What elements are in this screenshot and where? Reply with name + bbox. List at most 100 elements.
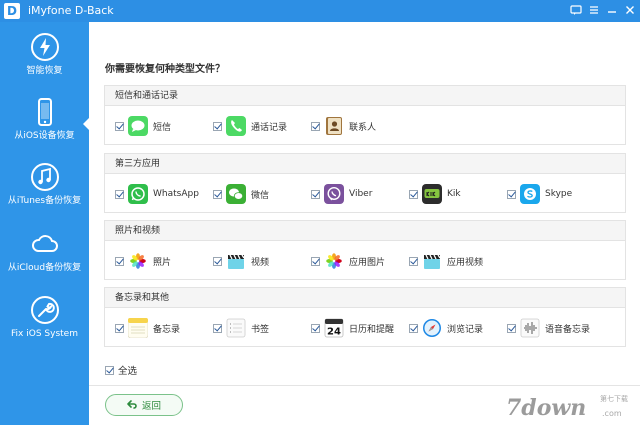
sidebar-item-label: 智能恢复 [26, 66, 63, 76]
phone-icon [226, 116, 246, 136]
checkbox[interactable] [213, 189, 222, 199]
app-photos-icon [324, 251, 344, 271]
checkbox[interactable] [409, 323, 418, 333]
checkbox[interactable] [409, 189, 418, 199]
voice-memo-icon [520, 318, 540, 338]
file-type-group-third-party: 第三方应用 WhatsApp 微信 Viber Kik Skype [104, 153, 626, 213]
watermark-cn: 第七下载 [600, 394, 628, 403]
checkbox[interactable] [507, 189, 516, 199]
checkbox[interactable] [115, 121, 124, 131]
group-items: 短信 通话记录 联系人 [105, 106, 625, 144]
sidebar-item-label: 从iCloud备份恢复 [7, 263, 82, 273]
file-type-item[interactable]: 照片 [115, 251, 171, 271]
calendar-day-text: 24 [327, 327, 341, 338]
checkbox[interactable] [115, 189, 124, 199]
viber-icon [324, 184, 344, 204]
safari-icon [422, 318, 442, 338]
checkbox[interactable] [213, 121, 222, 131]
sidebar-item-smart-recovery[interactable]: 智能恢复 [0, 32, 89, 77]
group-items: 备忘录 书签 24 日历和提醒 浏览记录 语音备忘录 [105, 308, 625, 346]
lightning-icon [30, 32, 60, 62]
file-type-item[interactable]: 语音备忘录 [507, 318, 590, 338]
wechat-icon [226, 184, 246, 204]
minimize-icon[interactable] [606, 4, 618, 16]
app-logo: D [4, 3, 20, 19]
sidebar-item-ios-device[interactable]: 从iOS设备恢复 [0, 97, 89, 142]
sidebar-item-icloud-backup[interactable]: 从iCloud备份恢复 [0, 229, 89, 274]
file-type-item[interactable]: WhatsApp [115, 184, 199, 204]
back-button-label: 返回 [141, 401, 161, 412]
music-note-icon [30, 162, 60, 192]
watermark-main: 7down [506, 395, 586, 421]
file-type-item[interactable]: 书签 [213, 318, 269, 338]
checkbox[interactable] [507, 323, 516, 333]
watermark-domain: .com [602, 409, 622, 418]
select-all-label: 全选 [118, 366, 138, 377]
window-title: iMyfone D-Back [28, 4, 114, 17]
back-arrow-icon [127, 400, 137, 410]
group-title: 照片和视频 [105, 221, 625, 241]
checkbox[interactable] [409, 256, 418, 266]
file-type-item[interactable]: 视频 [213, 251, 269, 271]
group-title: 第三方应用 [105, 154, 625, 174]
close-icon[interactable] [624, 4, 636, 16]
sidebar-item-itunes-backup[interactable]: 从iTunes备份恢复 [0, 162, 89, 207]
sidebar: 智能恢复 从iOS设备恢复 从iTunes备份恢复 从iCloud备份恢复 Fi… [0, 22, 89, 425]
bookmark-icon [226, 318, 246, 338]
messages-icon [128, 116, 148, 136]
file-type-item[interactable]: 应用图片 [311, 251, 385, 271]
wrench-icon [30, 295, 60, 325]
file-type-item[interactable]: 联系人 [311, 116, 376, 136]
checkbox[interactable] [213, 256, 222, 266]
checkbox[interactable] [311, 189, 320, 199]
sidebar-item-label: 从iTunes备份恢复 [7, 196, 82, 206]
contacts-icon [324, 116, 344, 136]
main-panel: 你需要恢复何种类型文件？ 短信和通话记录 短信 通话记录 联系人 第三方应用 W… [89, 22, 640, 425]
file-type-item[interactable]: 通话记录 [213, 116, 287, 136]
sidebar-item-label: 从iOS设备恢复 [14, 131, 75, 141]
checkbox[interactable] [311, 121, 320, 131]
checkbox[interactable] [115, 256, 124, 266]
file-type-item[interactable]: 24 日历和提醒 [311, 318, 394, 338]
sidebar-item-label: Fix iOS System [11, 329, 78, 339]
file-type-item[interactable]: 备忘录 [115, 318, 180, 338]
app-video-icon [422, 251, 442, 271]
file-type-item[interactable]: 应用视频 [409, 251, 483, 271]
checkbox[interactable] [311, 256, 320, 266]
group-items: WhatsApp 微信 Viber Kik Skype [105, 174, 625, 212]
file-type-item[interactable]: 微信 [213, 184, 269, 204]
menu-icon[interactable] [588, 4, 600, 16]
whatsapp-icon [128, 184, 148, 204]
select-all-checkbox[interactable] [105, 365, 114, 375]
title-bar: D iMyfone D-Back [0, 0, 640, 22]
cloud-icon [30, 229, 60, 259]
photos-icon [128, 251, 148, 271]
sidebar-item-fix-ios-system[interactable]: Fix iOS System [0, 295, 89, 340]
calendar-icon: 24 [324, 318, 344, 338]
skype-icon [520, 184, 540, 204]
checkbox[interactable] [115, 323, 124, 333]
checkbox[interactable] [213, 323, 222, 333]
group-items: 照片 视频 应用图片 应用视频 [105, 241, 625, 279]
file-type-group-photos-videos: 照片和视频 照片 视频 应用图片 应用视频 [104, 220, 626, 280]
iphone-icon [30, 97, 60, 127]
window-controls [570, 4, 636, 16]
file-type-group-notes-others: 备忘录和其他 备忘录 书签 24 日历和提醒 浏览记录 语音备忘录 [104, 287, 626, 347]
kik-icon [422, 184, 442, 204]
page-title: 你需要恢复何种类型文件？ [105, 64, 225, 75]
group-title: 备忘录和其他 [105, 288, 625, 308]
file-type-item[interactable]: 短信 [115, 116, 171, 136]
clapperboard-icon [226, 251, 246, 271]
file-type-item[interactable]: Skype [507, 184, 572, 204]
file-type-item[interactable]: 浏览记录 [409, 318, 483, 338]
file-type-item[interactable]: Viber [311, 184, 372, 204]
select-all[interactable]: 全选 [105, 363, 137, 377]
feedback-icon[interactable] [570, 4, 582, 16]
file-type-item[interactable]: Kik [409, 184, 461, 204]
notes-icon [128, 318, 148, 338]
checkbox[interactable] [311, 323, 320, 333]
watermark-logo: 7down 第七下载 .com [504, 389, 632, 421]
file-type-group-messages: 短信和通话记录 短信 通话记录 联系人 [104, 85, 626, 145]
group-title: 短信和通话记录 [105, 86, 625, 106]
back-button[interactable]: 返回 [105, 394, 183, 416]
